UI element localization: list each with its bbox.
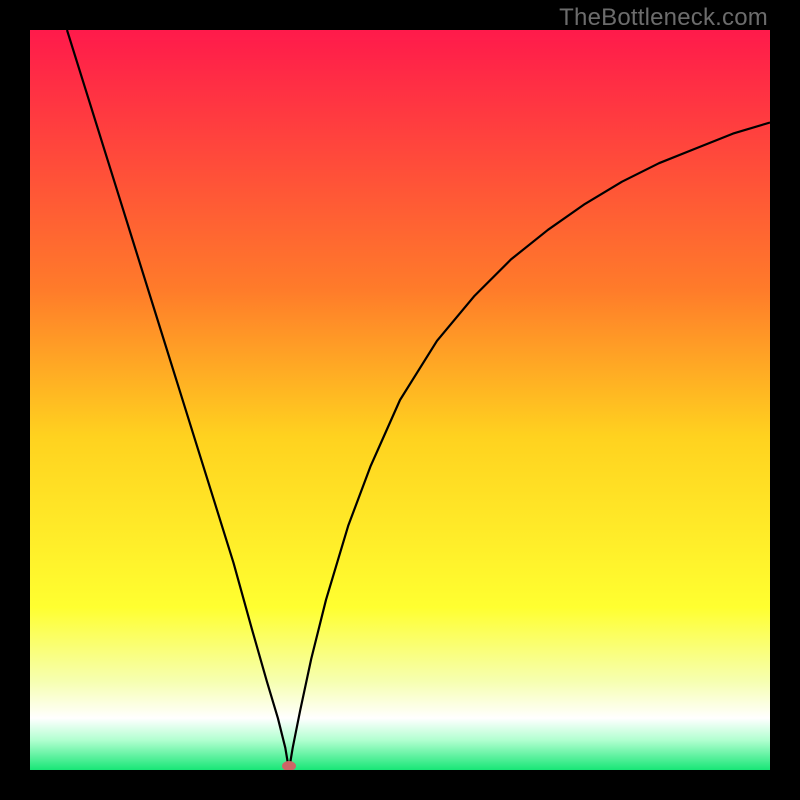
- watermark-text: TheBottleneck.com: [559, 4, 768, 32]
- chart-svg: [30, 30, 770, 770]
- chart-frame: [30, 30, 770, 770]
